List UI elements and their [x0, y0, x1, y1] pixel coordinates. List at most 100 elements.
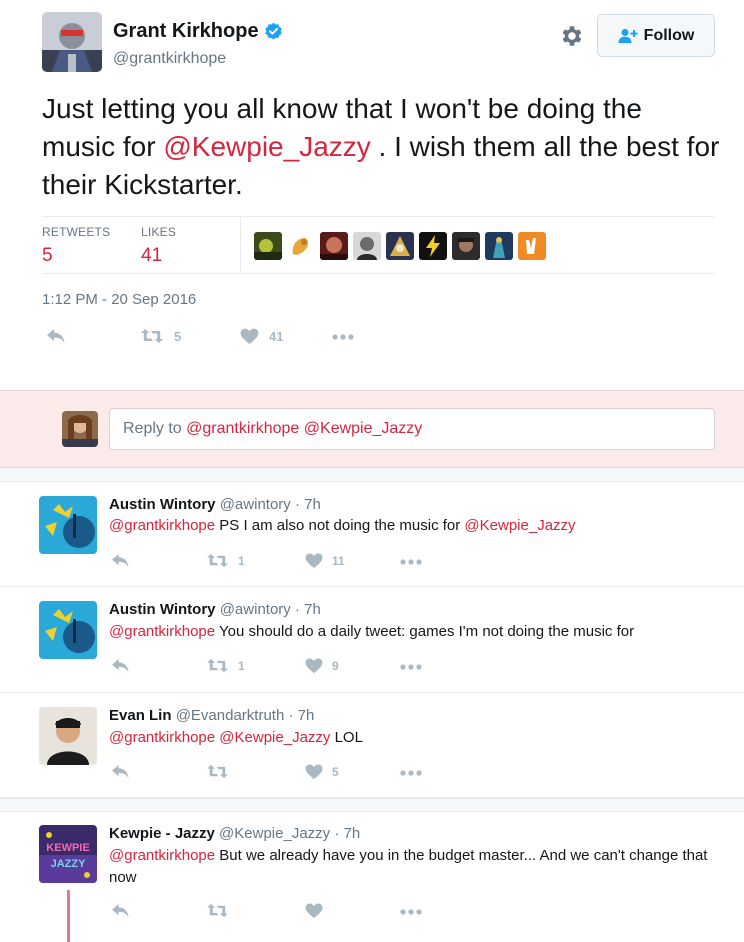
liker-avatar[interactable]: [452, 232, 480, 260]
retweet-button[interactable]: 1: [206, 553, 245, 568]
more-button[interactable]: [400, 664, 422, 670]
reply-header: Kewpie - Jazzy @Kewpie_Jazzy · 7h: [109, 825, 360, 842]
retweets-label: RETWEETS: [42, 225, 111, 239]
reply-author-name[interactable]: Evan Lin: [109, 707, 172, 724]
reply-author-handle[interactable]: @Kewpie_Jazzy: [219, 825, 330, 842]
liker-avatar[interactable]: [518, 232, 546, 260]
reply-icon: [112, 553, 129, 568]
reply-icon: [112, 658, 129, 673]
reply-tweet[interactable]: KEWPIE JAZZY Kewpie - Jazzy @Kewpie_Jazzy…: [0, 812, 744, 942]
follow-button[interactable]: Follow: [597, 14, 715, 57]
like-button[interactable]: 9: [305, 658, 339, 674]
liker-avatar[interactable]: [320, 232, 348, 260]
likes-stat[interactable]: LIKES 41: [141, 225, 176, 267]
author-name[interactable]: Grant Kirkhope: [113, 20, 283, 43]
reply-time[interactable]: · 7h: [291, 496, 321, 513]
more-button[interactable]: [332, 334, 354, 340]
reply-avatar[interactable]: [39, 496, 97, 554]
retweet-button[interactable]: [206, 903, 229, 918]
gear-icon[interactable]: [558, 23, 584, 49]
liker-avatar[interactable]: [386, 232, 414, 260]
retweet-icon: [207, 553, 228, 568]
retweet-icon: [141, 329, 163, 343]
reply-button[interactable]: [111, 903, 130, 918]
reply-author-name[interactable]: Kewpie - Jazzy: [109, 825, 215, 842]
reply-author-handle[interactable]: @awintory: [220, 601, 291, 618]
retweet-count: 1: [238, 658, 245, 673]
like-heart-icon: [240, 328, 259, 345]
reply-mention-link[interactable]: @grantkirkhope: [109, 517, 215, 534]
reply-mention-link[interactable]: @grantkirkhope: [109, 847, 215, 864]
like-button[interactable]: 5: [305, 764, 339, 780]
like-button[interactable]: 41: [240, 328, 283, 345]
svg-text:JAZZY: JAZZY: [51, 858, 87, 870]
reply-author-name[interactable]: Austin Wintory: [109, 601, 216, 618]
author-name-text[interactable]: Grant Kirkhope: [113, 20, 259, 43]
author-avatar[interactable]: [42, 12, 102, 72]
more-dots-icon: [400, 770, 422, 776]
reply-button[interactable]: [111, 553, 130, 568]
retweet-button[interactable]: 5: [140, 328, 181, 344]
reply-author-handle[interactable]: @awintory: [220, 496, 291, 513]
reply-input[interactable]: Reply to @grantkirkhope @Kewpie_Jazzy: [109, 408, 715, 450]
like-count: 41: [269, 329, 284, 344]
reply-text-tail: LOL: [330, 729, 363, 746]
liker-avatar[interactable]: [287, 232, 315, 260]
reply-button[interactable]: [46, 328, 66, 344]
tweet-mention-link[interactable]: @Kewpie_Jazzy: [163, 131, 370, 162]
reply-text-body: PS I am also not doing the music for: [215, 517, 465, 534]
reply-time[interactable]: · 7h: [291, 601, 321, 618]
retweets-stat[interactable]: RETWEETS 5: [42, 225, 110, 267]
retweet-count: 5: [174, 328, 182, 344]
author-handle[interactable]: @grantkirkhope: [113, 50, 226, 68]
more-button[interactable]: [400, 559, 422, 565]
retweet-button[interactable]: [206, 764, 238, 779]
reply-icon: [112, 903, 129, 918]
reply-text: @grantkirkhope PS I am also not doing th…: [109, 515, 709, 537]
reply-text: @grantkirkhope You should do a daily twe…: [109, 621, 709, 643]
reply-mention-link[interactable]: @grantkirkhope: [109, 729, 215, 746]
like-heart-icon: [305, 553, 323, 569]
reply-author-name[interactable]: Austin Wintory: [109, 496, 216, 513]
more-dots-icon: [332, 334, 354, 340]
like-heart-icon: [305, 658, 323, 674]
separator-band: [0, 798, 744, 812]
retweet-icon: [207, 658, 228, 673]
likes-label: LIKES: [141, 225, 177, 239]
liker-avatar[interactable]: [353, 232, 381, 260]
liker-avatar[interactable]: [254, 232, 282, 260]
liker-avatar[interactable]: [419, 232, 447, 260]
reply-tweet[interactable]: Evan Lin @Evandarktruth · 7h @grantkirkh…: [0, 693, 744, 798]
more-button[interactable]: [400, 770, 422, 776]
reply-text: @grantkirkhope But we already have you i…: [109, 845, 709, 889]
like-button[interactable]: [305, 903, 323, 919]
reply-input-mentions: @grantkirkhope @Kewpie_Jazzy: [186, 420, 423, 437]
reply-button[interactable]: [111, 658, 130, 673]
follow-person-plus-icon: [618, 28, 638, 43]
reply-author-handle[interactable]: @Evandarktruth: [176, 707, 285, 724]
reply-avatar[interactable]: KEWPIE JAZZY: [39, 825, 97, 883]
reply-mention-link[interactable]: @Kewpie_Jazzy: [464, 517, 575, 534]
like-button[interactable]: 11: [305, 553, 345, 569]
reply-mention-link[interactable]: @grantkirkhope: [109, 623, 215, 640]
reply-avatar[interactable]: [39, 601, 97, 659]
tweet-timestamp[interactable]: 1:12 PM - 20 Sep 2016: [42, 291, 196, 308]
reply-time[interactable]: · 7h: [330, 825, 360, 842]
reply-time[interactable]: · 7h: [284, 707, 314, 724]
like-count: 9: [332, 659, 339, 673]
verified-badge-icon: [264, 22, 282, 40]
more-dots-icon: [400, 559, 422, 565]
main-tweet: Grant Kirkhope @grantkirkhope Follow Jus…: [0, 0, 744, 390]
reply-tweet[interactable]: Austin Wintory @awintory · 7h @grantkirk…: [0, 587, 744, 693]
reply-avatar[interactable]: [39, 707, 97, 765]
reply-mention-link[interactable]: @Kewpie_Jazzy: [219, 729, 330, 746]
retweets-value: 5: [42, 245, 53, 266]
reply-button[interactable]: [111, 764, 130, 779]
retweet-icon: [207, 764, 228, 779]
follow-label: Follow: [643, 26, 695, 44]
more-button[interactable]: [400, 909, 422, 915]
retweet-button[interactable]: 1: [206, 658, 245, 673]
like-heart-icon: [305, 764, 323, 780]
reply-tweet[interactable]: Austin Wintory @awintory · 7h @grantkirk…: [0, 482, 744, 587]
liker-avatar[interactable]: [485, 232, 513, 260]
